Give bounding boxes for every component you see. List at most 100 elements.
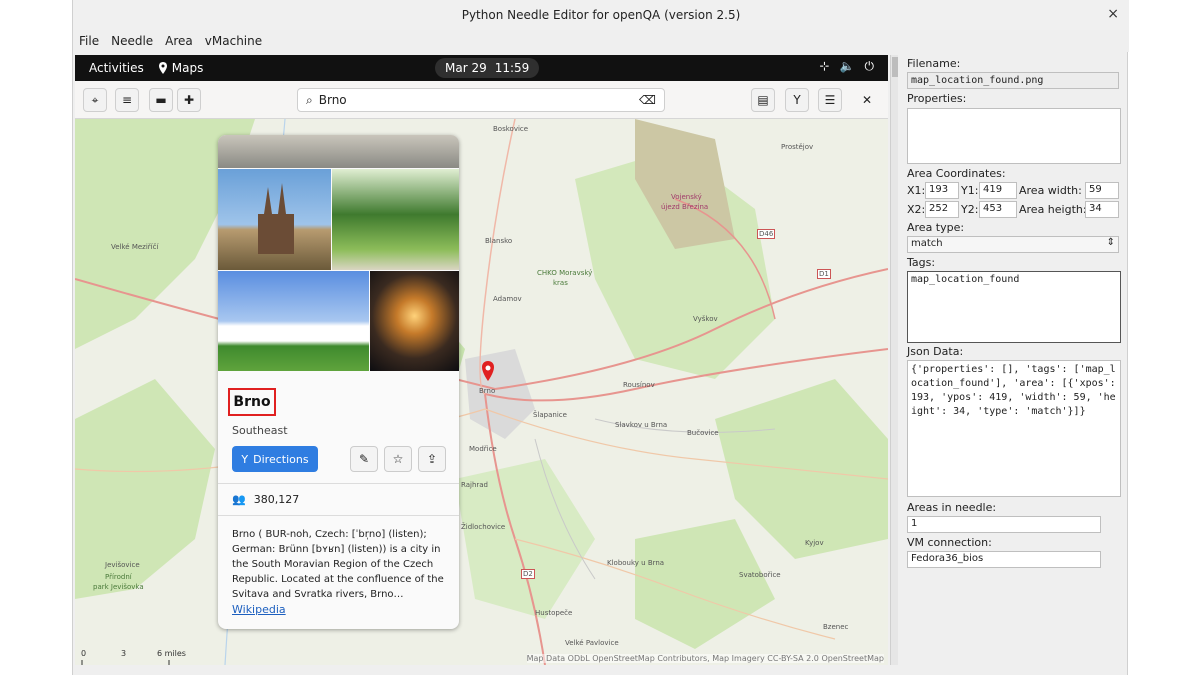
zoom-out-button[interactable]: ▬: [149, 88, 173, 112]
place-region: Southeast: [232, 424, 288, 437]
directions-label: Directions: [253, 452, 309, 466]
y2-label: Y2:: [961, 203, 979, 216]
menu-file[interactable]: File: [73, 34, 105, 48]
map-label: kras: [553, 279, 568, 287]
x2-field[interactable]: 252: [925, 201, 959, 218]
json-data-label: Json Data:: [907, 345, 964, 358]
map-label: újezd Březina: [661, 203, 709, 211]
road-label: D46: [757, 229, 776, 239]
scrollbar-thumb[interactable]: [892, 57, 898, 77]
area-width-field[interactable]: 59: [1085, 182, 1119, 199]
map-label: Svatobořice: [739, 571, 781, 579]
json-data-field[interactable]: {'properties': [], 'tags': ['map_locatio…: [907, 360, 1121, 497]
close-maps-button[interactable]: ✕: [855, 88, 879, 112]
areas-in-needle-field[interactable]: 1: [907, 516, 1101, 533]
vm-screenshot[interactable]: Activities Maps Mar 29 11:59 ⊹ 🔈 ⏻ ⌖ ≡ ▬…: [75, 55, 888, 665]
locate-button[interactable]: ⌖: [83, 88, 107, 112]
search-input[interactable]: ⌕ Brno ⌫: [297, 88, 665, 112]
app-name: Maps: [171, 61, 204, 75]
map-label: Blansko: [485, 237, 513, 245]
road-label: D1: [817, 269, 831, 279]
map-label: Vyškov: [693, 315, 718, 323]
population-value: 380,127: [253, 493, 300, 506]
edit-button[interactable]: ✎: [350, 446, 378, 472]
map-label: Rajhrad: [461, 481, 488, 489]
photo-fireworks: [370, 271, 459, 371]
menu-area[interactable]: Area: [159, 34, 199, 48]
volume-icon: 🔈: [839, 59, 855, 73]
needle-properties-panel: Filename: map_location_found.png Propert…: [905, 55, 1123, 665]
vm-connection-field[interactable]: Fedora36_bios: [907, 551, 1101, 568]
clock[interactable]: Mar 29 11:59: [435, 58, 540, 78]
area-type-select[interactable]: match ⇕: [907, 236, 1119, 253]
layers-icon: ≡: [121, 93, 133, 107]
area-height-label: Area heigth:: [1019, 203, 1087, 216]
map-label: Slavkov u Brna: [615, 421, 668, 429]
favorite-button[interactable]: ☆: [384, 446, 412, 472]
y1-field[interactable]: 419: [979, 182, 1017, 199]
map-label: Velké Pavlovice: [565, 639, 619, 647]
y1-label: Y1:: [961, 184, 979, 197]
route-button[interactable]: Y: [785, 88, 809, 112]
x1-field[interactable]: 193: [925, 182, 959, 199]
directions-button[interactable]: Y Directions: [232, 446, 318, 472]
menu-needle[interactable]: Needle: [105, 34, 159, 48]
map-view[interactable]: Boskovice Prostějov Vojenský újezd Březi…: [75, 119, 888, 665]
y2-field[interactable]: 453: [979, 201, 1017, 218]
map-label: Židlochovice: [461, 523, 506, 531]
tags-label: Tags:: [907, 256, 936, 269]
clock-date: Mar 29: [445, 61, 487, 75]
network-icon: ⊹: [819, 59, 830, 73]
area-coordinates-label: Area Coordinates:: [907, 167, 1006, 180]
map-label: Přírodní: [105, 573, 132, 581]
clear-search-icon[interactable]: ⌫: [639, 93, 656, 107]
search-icon: ⌕: [306, 92, 313, 107]
map-label: Jevišovice: [105, 561, 140, 569]
layers-button[interactable]: ≡: [115, 88, 139, 112]
app-menu[interactable]: Maps: [158, 61, 204, 75]
map-label: Modřice: [469, 445, 497, 453]
close-icon: ✕: [861, 93, 873, 107]
scale-zero: 0: [81, 649, 87, 658]
clock-time: 11:59: [494, 61, 530, 75]
photo-villa: [218, 271, 369, 371]
wikipedia-link[interactable]: Wikipedia: [232, 603, 286, 616]
spinner-icon: ⇕: [1106, 237, 1115, 248]
system-tray[interactable]: ⊹ 🔈 ⏻: [819, 59, 874, 74]
activities-button[interactable]: Activities: [75, 61, 158, 75]
road-label: D2: [521, 569, 535, 579]
place-bubble: Brno Southeast Y Directions ✎ ☆ ⇪ 👥 380,…: [218, 135, 459, 629]
area-type-label: Area type:: [907, 221, 965, 234]
x2-label: X2:: [907, 203, 926, 216]
zoom-in-button[interactable]: ✚: [177, 88, 201, 112]
population: 👥 380,127: [232, 493, 299, 506]
place-photos[interactable]: [218, 135, 459, 371]
area-type-value: match: [911, 238, 943, 249]
share-button[interactable]: ⇪: [418, 446, 446, 472]
map-label: Šlapanice: [533, 411, 567, 419]
search-value: Brno: [318, 93, 347, 107]
place-description: Brno ( BUR-noh, Czech: [ˈbr̩no] (listen)…: [232, 529, 444, 600]
cathedral-image: [258, 183, 294, 254]
tags-field[interactable]: map_location_found: [907, 271, 1121, 343]
map-label: Hustopeče: [535, 609, 573, 617]
hamburger-icon: ☰: [824, 93, 836, 107]
print-route-button[interactable]: ▤: [751, 88, 775, 112]
area-height-field[interactable]: 34: [1085, 201, 1119, 218]
map-label: Boskovice: [493, 125, 529, 133]
map-label: Vojenský: [671, 193, 702, 201]
map-label: Brno: [479, 387, 496, 395]
zoom-out-icon: ▬: [155, 93, 167, 107]
map-attribution: Map Data ODbL OpenStreetMap Contributors…: [526, 654, 884, 663]
photo-square: [218, 135, 459, 168]
filename-field[interactable]: map_location_found.png: [907, 72, 1119, 89]
close-icon[interactable]: ×: [1107, 6, 1119, 22]
map-label: Kyjov: [805, 539, 824, 547]
zoom-in-icon: ✚: [183, 93, 195, 107]
vertical-scrollbar[interactable]: [890, 55, 898, 665]
menu-vmachine[interactable]: vMachine: [199, 34, 268, 48]
maps-header-bar: ⌖ ≡ ▬ ✚ ⌕ Brno ⌫ ▤ Y ☰ ✕: [75, 81, 888, 119]
properties-label: Properties:: [907, 92, 967, 105]
main-menu-button[interactable]: ☰: [818, 88, 842, 112]
properties-field[interactable]: [907, 108, 1121, 164]
